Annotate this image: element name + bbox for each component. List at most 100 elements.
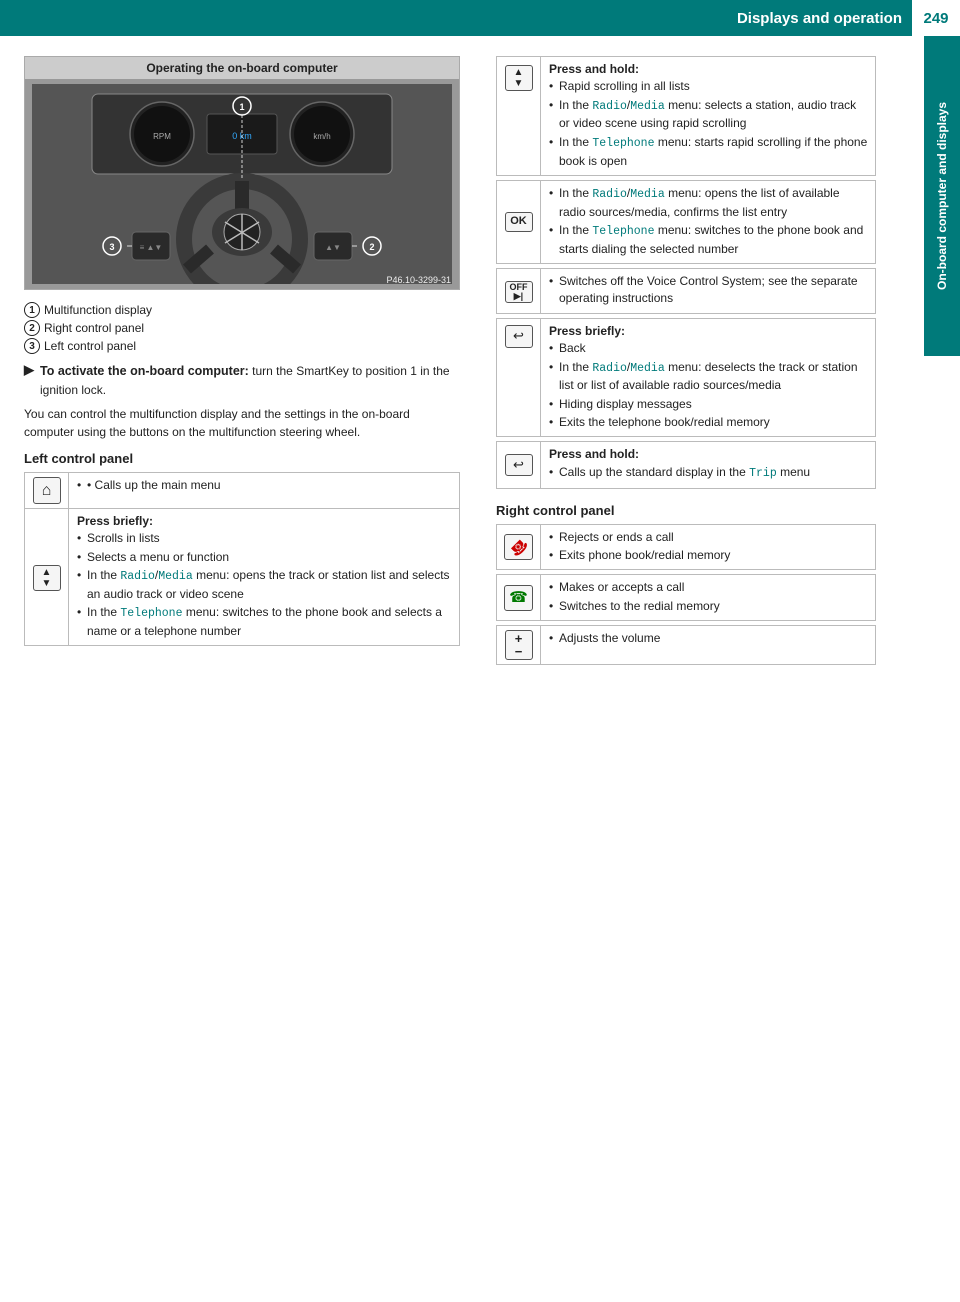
- telephone-text-1: Telephone: [120, 607, 182, 620]
- steering-wheel-svg: RPM km/h 0 km: [32, 84, 452, 284]
- back-hold-label: Press and hold:: [549, 447, 639, 461]
- home-desc-cell: • Calls up the main menu: [69, 472, 460, 508]
- activate-bold: To activate the on-board computer:: [40, 364, 249, 378]
- table-row-home: ⌂ • Calls up the main menu: [25, 472, 460, 508]
- phone-end-icon: ☎: [504, 534, 533, 560]
- back-bullet-list: Back In the Radio/Media menu: deselects …: [549, 340, 869, 431]
- minus-icon: −: [515, 645, 523, 658]
- back-item-4: Exits the telephone book/redial memory: [549, 414, 869, 431]
- right-arrows-table: ▲ ▼ Press and hold: Rapid scrolling in a…: [496, 56, 876, 176]
- home-icon-cell: ⌂: [25, 472, 69, 508]
- left-control-panel-heading: Left control panel: [24, 451, 460, 466]
- ok-desc-cell: In the Radio/Media menu: opens the list …: [541, 180, 876, 263]
- phone-end-item-2: Exits phone book/redial memory: [549, 547, 869, 564]
- legend-text-2: Right control panel: [44, 321, 144, 335]
- phone-accept-table: ☎ Makes or accepts a call Switches to th…: [496, 574, 876, 621]
- phone-end-glyph: ☎: [504, 533, 533, 562]
- back-row: ↩ Press briefly: Back In the Radio/Media…: [497, 318, 876, 437]
- phone-accept-icon-cell: ☎: [497, 575, 541, 621]
- arrows-bullet-list: Scrolls in lists Selects a menu or funct…: [77, 530, 453, 640]
- home-bullet-list: • Calls up the main menu: [77, 477, 453, 494]
- off-desc-cell: Switches off the Voice Control System; s…: [541, 269, 876, 314]
- volume-icon: + −: [505, 630, 533, 660]
- press-briefly-label: Press briefly:: [77, 514, 153, 528]
- side-tab: On-board computer and displays: [924, 36, 960, 356]
- ok-item-2: In the Telephone menu: switches to the p…: [549, 222, 869, 258]
- back-desc-cell: Press briefly: Back In the Radio/Media m…: [541, 318, 876, 437]
- phone-accept-desc-cell: Makes or accepts a call Switches to the …: [541, 575, 876, 621]
- body-text: You can control the multifunction displa…: [24, 405, 460, 441]
- arrows-desc-cell: Press briefly: Scrolls in lists Selects …: [69, 508, 460, 645]
- legend-list: 1 Multifunction display 2 Right control …: [24, 302, 460, 354]
- radio-text: Radio: [120, 570, 155, 583]
- off-icon: OFF▶|: [505, 281, 533, 303]
- right-up-arrow: ▲: [514, 67, 524, 78]
- phone-accept-glyph: ☎: [509, 587, 528, 609]
- header-bar: Displays and operation 249: [0, 0, 960, 36]
- press-hold-list: Rapid scrolling in all lists In the Radi…: [549, 78, 869, 170]
- left-column: Operating the on-board computer RPM km/h: [0, 36, 480, 689]
- legend-text-3: Left control panel: [44, 339, 136, 353]
- phone-end-item-1: Rejects or ends a call: [549, 529, 869, 546]
- legend-num-3: 3: [24, 338, 40, 354]
- back-icon-cell: ↩: [497, 318, 541, 437]
- arrows-icon: ▲ ▼: [33, 565, 61, 591]
- legend-text-1: Multifunction display: [44, 303, 152, 317]
- volume-table: + − Adjusts the volume: [496, 625, 876, 665]
- left-control-table: ⌂ • Calls up the main menu ▲: [24, 472, 460, 646]
- back-item-2: In the Radio/Media menu: deselects the t…: [549, 359, 869, 395]
- back-hold-icon: ↩: [505, 454, 533, 477]
- home-icon: ⌂: [33, 477, 61, 504]
- legend-item-2: 2 Right control panel: [24, 320, 460, 336]
- car-image: RPM km/h 0 km: [25, 79, 459, 289]
- op-box-title: Operating the on-board computer: [25, 57, 459, 79]
- off-icon-cell: OFF▶|: [497, 269, 541, 314]
- phone-accept-item-1: Makes or accepts a call: [549, 579, 869, 596]
- arrows-item-2: Selects a menu or function: [77, 549, 453, 566]
- back-item-1: Back: [549, 340, 869, 357]
- ok-item-1: In the Radio/Media menu: opens the list …: [549, 185, 869, 221]
- press-hold-label: Press and hold:: [549, 62, 639, 76]
- ok-icon-cell: OK: [497, 180, 541, 263]
- arrows-icon-cell: ▲ ▼: [25, 508, 69, 645]
- home-item-1: • Calls up the main menu: [77, 477, 453, 494]
- legend-num-2: 2: [24, 320, 40, 336]
- off-table: OFF▶| Switches off the Voice Control Sys…: [496, 268, 876, 314]
- ph-item-3: In the Telephone menu: starts rapid scro…: [549, 134, 869, 170]
- image-credit: P46.10-3299-31: [386, 275, 451, 285]
- ok-row: OK In the Radio/Media menu: opens the li…: [497, 180, 876, 263]
- ok-table: OK In the Radio/Media menu: opens the li…: [496, 180, 876, 264]
- phone-accept-row: ☎ Makes or accepts a call Switches to th…: [497, 575, 876, 621]
- svg-text:≡ ▲▼: ≡ ▲▼: [140, 243, 163, 252]
- phone-accept-icon: ☎: [504, 585, 533, 611]
- right-press-hold-cell: Press and hold: Rapid scrolling in all l…: [541, 57, 876, 176]
- volume-icon-cell: + −: [497, 626, 541, 665]
- legend-item-1: 1 Multifunction display: [24, 302, 460, 318]
- svg-text:3: 3: [109, 242, 114, 252]
- off-row: OFF▶| Switches off the Voice Control Sys…: [497, 269, 876, 314]
- activate-note: ▶ To activate the on-board computer: tur…: [24, 362, 460, 399]
- table-row-arrows: ▲ ▼ Press briefly: Scrolls in lists Sele…: [25, 508, 460, 645]
- off-item-1: Switches off the Voice Control System; s…: [549, 273, 869, 308]
- main-content: Operating the on-board computer RPM km/h: [0, 36, 960, 689]
- back-hold-desc-cell: Press and hold: Calls up the standard di…: [541, 442, 876, 488]
- legend-item-3: 3 Left control panel: [24, 338, 460, 354]
- volume-row: + − Adjusts the volume: [497, 626, 876, 665]
- right-down-arrow: ▼: [514, 78, 524, 89]
- right-control-panel-heading: Right control panel: [496, 503, 876, 518]
- side-tab-label: On-board computer and displays: [935, 102, 949, 290]
- back-press-briefly-label: Press briefly:: [549, 324, 625, 338]
- phone-end-row: ☎ Rejects or ends a call Exits phone boo…: [497, 524, 876, 570]
- ok-bullet-list: In the Radio/Media menu: opens the list …: [549, 185, 869, 258]
- header-title: Displays and operation: [0, 10, 912, 27]
- phone-end-bullet-list: Rejects or ends a call Exits phone book/…: [549, 529, 869, 565]
- phone-end-table: ☎ Rejects or ends a call Exits phone boo…: [496, 524, 876, 571]
- back-icon: ↩: [505, 325, 533, 348]
- down-arrow: ▼: [42, 578, 52, 589]
- arrows-item-4: In the Telephone menu: switches to the p…: [77, 604, 453, 640]
- phone-end-icon-cell: ☎: [497, 524, 541, 570]
- back-hold-row: ↩ Press and hold: Calls up the standard …: [497, 442, 876, 488]
- phone-accept-item-2: Switches to the redial memory: [549, 598, 869, 615]
- phone-accept-bullet-list: Makes or accepts a call Switches to the …: [549, 579, 869, 615]
- legend-num-1: 1: [24, 302, 40, 318]
